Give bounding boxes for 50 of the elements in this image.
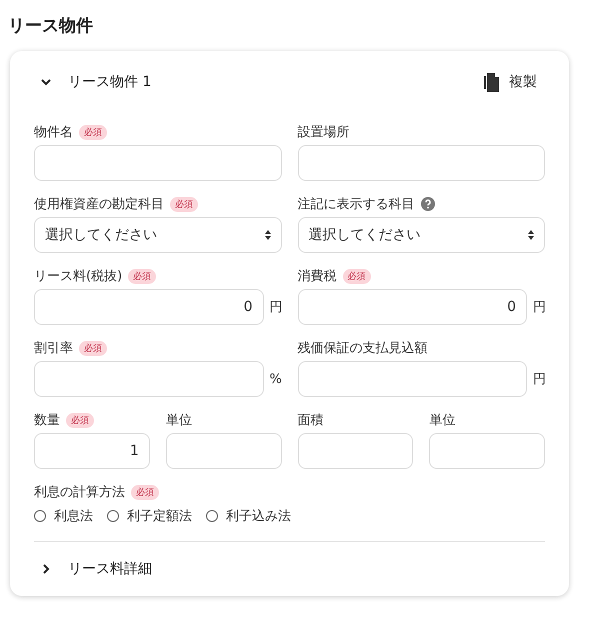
field-label: 残価保証の支払見込額 <box>298 340 428 357</box>
field-label: 割引率 <box>34 340 73 357</box>
field-label: 物件名 <box>34 124 73 141</box>
copy-icon <box>483 72 499 92</box>
input-field[interactable]: 0 <box>34 289 264 325</box>
input-field[interactable] <box>298 433 414 469</box>
radio-option[interactable]: 利子定額法 <box>107 507 192 525</box>
input-field[interactable] <box>298 145 545 181</box>
input-field[interactable]: 0 <box>298 289 527 325</box>
details-toggle[interactable]: リース料詳細 <box>34 554 158 584</box>
item-toggle[interactable]: リース物件 1 <box>34 67 158 97</box>
input-field[interactable] <box>429 433 545 469</box>
unit-label: % <box>270 372 282 386</box>
input-field[interactable] <box>166 433 282 469</box>
required-badge: 必須 <box>342 268 370 284</box>
page-title: リース物件 <box>8 15 94 37</box>
required-badge: 必須 <box>79 124 107 140</box>
unit-label: 円 <box>270 299 282 316</box>
required-badge: 必須 <box>128 268 156 284</box>
required-badge: 必須 <box>79 340 107 356</box>
unit-label: 円 <box>533 371 545 388</box>
unit-label: 円 <box>533 299 545 316</box>
sort-caret-icon <box>264 230 270 240</box>
select-field[interactable]: 選択してください <box>298 217 545 253</box>
radio-button[interactable] <box>107 510 119 522</box>
field-label: 面積 <box>298 412 324 429</box>
field-label: 数量 <box>34 412 60 429</box>
field-label: 単位 <box>429 412 456 429</box>
radio-button[interactable] <box>206 510 218 522</box>
radio-option[interactable]: 利息法 <box>34 507 93 525</box>
help-icon[interactable] <box>420 197 434 211</box>
field-label: 注記に表示する科目 <box>298 196 414 213</box>
field-label: 設置場所 <box>298 124 350 141</box>
required-badge: 必須 <box>170 196 198 212</box>
input-field[interactable] <box>34 145 282 181</box>
required-badge: 必須 <box>131 484 159 500</box>
radio-option[interactable]: 利子込み法 <box>206 507 291 525</box>
field-label: リース料(税抜) <box>34 268 122 285</box>
select-field[interactable]: 選択してください <box>34 217 282 253</box>
input-field[interactable]: 1 <box>34 433 150 469</box>
field-label: 使用権資産の勘定科目 <box>34 196 164 213</box>
input-field[interactable] <box>298 361 527 397</box>
input-field[interactable] <box>34 361 264 397</box>
required-badge: 必須 <box>66 412 94 428</box>
sort-caret-icon <box>528 230 534 240</box>
duplicate-button[interactable]: 複製 <box>475 68 545 96</box>
field-label: 単位 <box>166 412 192 429</box>
field-label: 利息の計算方法 <box>34 484 125 501</box>
radio-button[interactable] <box>34 510 46 522</box>
field-label: 消費税 <box>298 268 336 285</box>
